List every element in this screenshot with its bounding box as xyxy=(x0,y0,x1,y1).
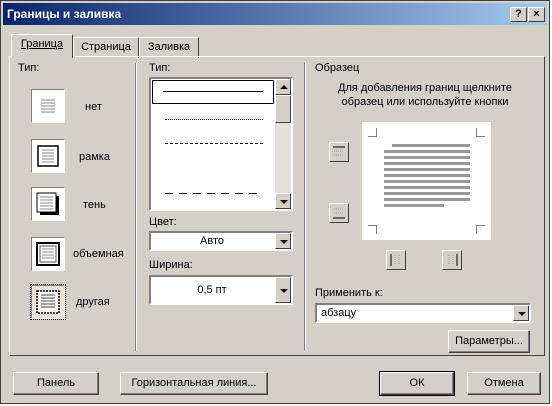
color-select-value: Авто xyxy=(200,235,224,247)
setting-label: Тип: xyxy=(18,62,40,74)
setting-none-button[interactable] xyxy=(31,89,65,123)
preview-text-line xyxy=(384,150,470,153)
apply-to-select[interactable]: абзацу xyxy=(315,303,531,323)
preview-text-line xyxy=(384,204,444,207)
apply-to-dropdown-button[interactable] xyxy=(513,305,529,321)
line-style-dotted[interactable] xyxy=(165,119,263,120)
setting-box-label: рамка xyxy=(79,151,110,163)
setting-shadow-label: тень xyxy=(83,199,106,211)
border-3d-icon xyxy=(36,242,60,266)
preview-text-line xyxy=(384,180,470,183)
preview-text-line xyxy=(392,144,470,147)
preview-text-line xyxy=(384,156,470,159)
border-right-icon xyxy=(448,254,458,266)
border-preview[interactable] xyxy=(362,122,491,240)
border-shadow-icon xyxy=(36,192,59,215)
color-dropdown-button[interactable] xyxy=(275,233,291,249)
setting-shadow-button[interactable] xyxy=(31,187,65,221)
right-border-button[interactable] xyxy=(442,250,462,270)
chevron-down-icon xyxy=(518,312,526,316)
preview-hint: Для добавления границ щелкните образец и… xyxy=(338,82,512,108)
line-style-solid xyxy=(163,91,263,92)
horizontal-line-button[interactable]: Горизонтальная линия... xyxy=(120,372,268,395)
preview-text-line xyxy=(384,162,470,165)
line-style-dash-large[interactable] xyxy=(165,193,263,194)
separator-right xyxy=(304,63,306,351)
title-bar: Границы и заливка ? × xyxy=(3,3,547,25)
preview-corner-br xyxy=(476,225,485,234)
setting-none-label: нет xyxy=(85,101,102,113)
chevron-down-icon xyxy=(280,240,288,244)
line-style-dash-small[interactable] xyxy=(165,143,263,144)
scroll-thumb[interactable] xyxy=(275,95,291,123)
setting-custom-button[interactable] xyxy=(30,284,66,320)
bottom-border-button[interactable] xyxy=(329,203,349,223)
border-box-icon xyxy=(37,145,59,167)
options-button[interactable]: Параметры... xyxy=(448,330,530,353)
line-style-selected[interactable] xyxy=(152,80,274,104)
tab-page-border-label: Страница xyxy=(81,41,131,53)
preview-text-line xyxy=(384,186,470,189)
preview-corner-tl xyxy=(368,128,377,137)
setting-box-button[interactable] xyxy=(31,139,65,173)
preview-text-line xyxy=(384,174,470,177)
color-select[interactable]: Авто xyxy=(149,231,293,251)
toolbar-button[interactable]: Панель xyxy=(13,372,99,395)
line-style-scrollbar[interactable] xyxy=(275,79,291,209)
scroll-down-button[interactable] xyxy=(275,193,291,209)
width-dropdown-button[interactable] xyxy=(275,277,291,303)
border-custom-icon xyxy=(36,290,60,314)
help-button[interactable]: ? xyxy=(510,7,527,22)
scroll-up-button[interactable] xyxy=(275,79,291,95)
width-select[interactable]: 0,5 пт xyxy=(149,275,293,305)
borders-shading-dialog: Границы и заливка ? × Граница Страница З… xyxy=(0,0,550,404)
tab-border[interactable]: Граница xyxy=(11,34,73,58)
apply-to-label: Применить к: xyxy=(315,287,383,299)
preview-corner-bl xyxy=(368,225,377,234)
preview-text-line xyxy=(384,198,470,201)
line-style-list[interactable] xyxy=(149,77,293,211)
setting-3d-button[interactable] xyxy=(31,237,65,271)
border-left-icon xyxy=(390,254,400,266)
top-border-button[interactable] xyxy=(329,142,349,162)
width-select-value: 0,5 пт xyxy=(197,284,227,296)
arrow-up-icon xyxy=(280,85,288,89)
window-title: Границы и заливка xyxy=(7,7,122,21)
left-border-button[interactable] xyxy=(386,250,406,270)
border-none-icon xyxy=(38,96,58,116)
chevron-down-icon xyxy=(280,289,288,293)
preview-corner-tr xyxy=(476,128,485,137)
close-button[interactable]: × xyxy=(528,7,545,22)
preview-text-line xyxy=(384,192,470,195)
border-bottom-icon xyxy=(333,208,345,219)
tab-shading-label: Заливка xyxy=(147,41,191,53)
tab-page-border[interactable]: Страница xyxy=(73,37,139,58)
setting-custom-label: другая xyxy=(76,296,110,308)
preview-title: Образец xyxy=(315,62,360,74)
arrow-down-icon xyxy=(280,200,288,204)
cancel-button[interactable]: Отмена xyxy=(467,372,541,395)
ok-button[interactable]: ОК xyxy=(379,371,455,396)
apply-to-value: абзацу xyxy=(321,307,357,319)
separator-left xyxy=(135,63,137,351)
width-label: Ширина: xyxy=(149,259,193,271)
tab-shading[interactable]: Заливка xyxy=(139,37,199,58)
setting-3d-label: объемная xyxy=(73,248,124,260)
line-style-dash-medium[interactable] xyxy=(165,169,263,170)
tab-border-label: Граница xyxy=(20,38,64,50)
color-label: Цвет: xyxy=(149,216,177,228)
border-top-icon xyxy=(333,146,345,156)
preview-text-line xyxy=(384,168,470,171)
style-label: Тип: xyxy=(149,62,171,74)
